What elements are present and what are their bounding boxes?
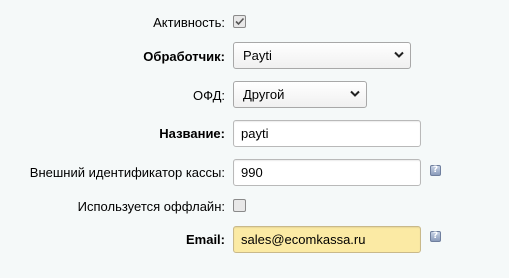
email-label: Email: bbox=[185, 231, 225, 247]
email-input[interactable]: sales@ecomkassa.ru bbox=[233, 226, 421, 253]
handler-select-value: Payti bbox=[243, 48, 272, 63]
checkmark-icon bbox=[235, 17, 245, 26]
ofd-row: ОФД: Другой bbox=[0, 75, 509, 115]
handler-row: Обработчик: Payti bbox=[0, 36, 509, 76]
handler-label: Обработчик: bbox=[143, 48, 225, 64]
name-row: Название: payti bbox=[0, 113, 509, 153]
name-input[interactable]: payti bbox=[233, 120, 421, 147]
active-checkbox[interactable] bbox=[233, 15, 246, 28]
ofd-select-value: Другой bbox=[243, 87, 285, 102]
ofd-label: ОФД: bbox=[193, 87, 225, 103]
email-row: Email: sales@ecomkassa.ru ? bbox=[0, 219, 509, 259]
chevron-down-icon bbox=[394, 51, 404, 58]
chevron-down-icon bbox=[350, 90, 360, 97]
offline-checkbox[interactable] bbox=[233, 199, 246, 212]
ofd-select[interactable]: Другой bbox=[233, 81, 367, 108]
help-icon[interactable]: ? bbox=[430, 231, 441, 242]
help-icon[interactable]: ? bbox=[430, 165, 441, 176]
handler-select[interactable]: Payti bbox=[233, 42, 411, 69]
name-label: Название: bbox=[159, 125, 225, 141]
external-id-input[interactable]: 990 bbox=[233, 159, 421, 186]
